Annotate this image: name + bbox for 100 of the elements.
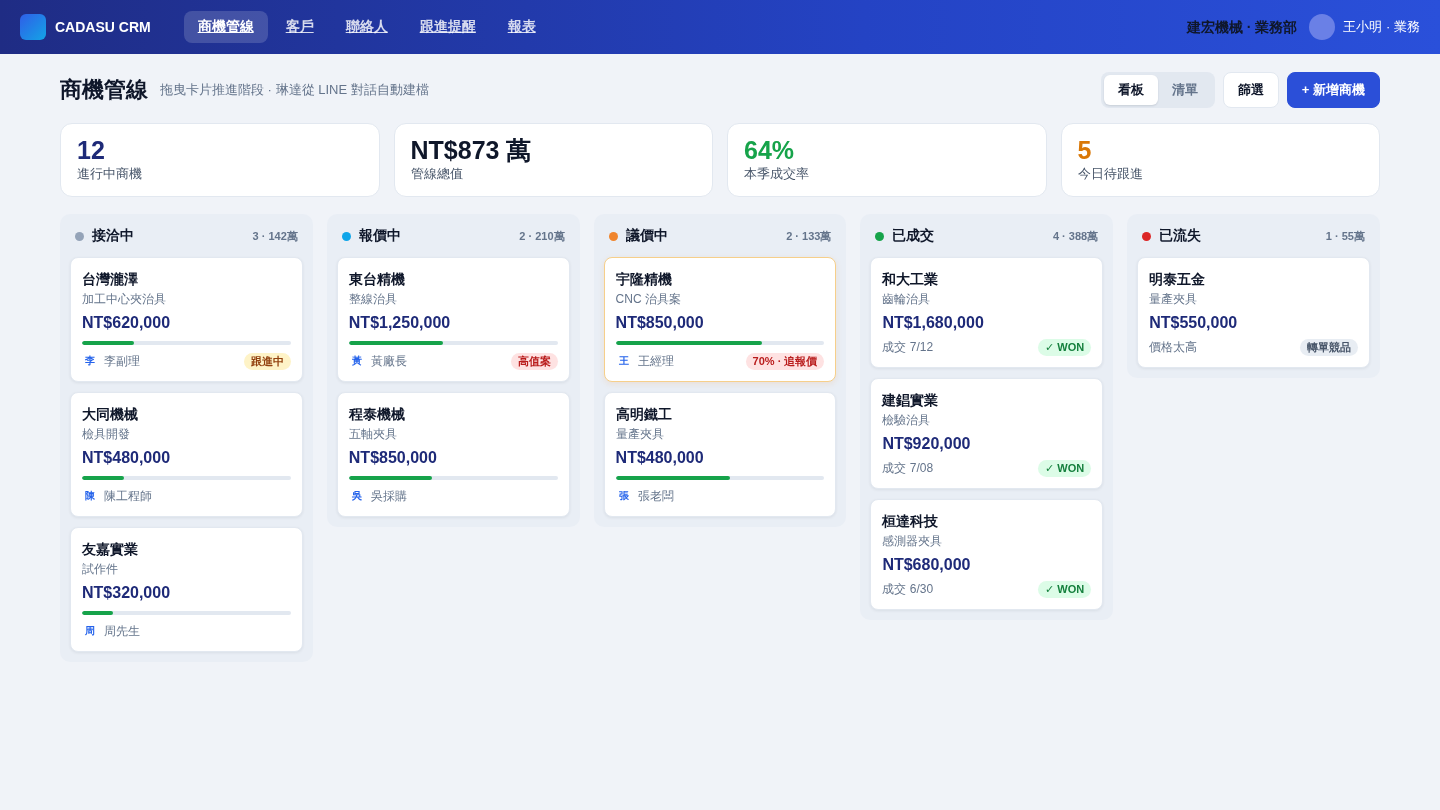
column-title: 報價中 — [358, 227, 401, 245]
column-summary: 1 · 55萬 — [1325, 228, 1365, 244]
page-title: 商機管線 — [60, 76, 148, 104]
company-name: 宇隆精機 — [615, 270, 673, 288]
deal-card[interactable]: 程泰機械 五軸夾具 NT$850,000 吳 吳採購 — [336, 392, 570, 517]
product-name: 檢具開發 — [82, 426, 131, 442]
company-name: 台灣瀧澤 — [82, 270, 139, 288]
nav-tab[interactable]: 報表 — [493, 11, 550, 43]
product-name: CNC 治具案 — [615, 291, 682, 307]
view-tab[interactable]: 清單 — [1157, 75, 1212, 105]
nav-tab[interactable]: 商機管線 — [183, 11, 268, 43]
contact-name: 李副理 — [104, 352, 140, 370]
contact-name: 張老闆 — [637, 487, 674, 505]
company-name: 高明鐵工 — [615, 405, 673, 423]
company-name: 和大工業 — [882, 270, 940, 288]
page-subtitle: 拖曳卡片推進階段 · 琳達從 LINE 對話自動建檔 — [160, 81, 429, 99]
product-name: 感測器夾具 — [882, 533, 944, 549]
logo-icon — [20, 14, 46, 40]
product-name: 整線治具 — [348, 291, 398, 307]
contact-initial: 周 — [84, 624, 96, 638]
stat-label: 管線總值 — [410, 166, 464, 182]
deal-note: 成交 7/12 — [882, 338, 934, 356]
new-deal-button[interactable]: + 新增商機 — [1286, 72, 1380, 108]
deal-amount: NT$850,000 — [615, 313, 705, 333]
deal-card[interactable]: 台灣瀧澤 加工中心夾治具 NT$620,000 李 李副理 跟進中 — [70, 257, 303, 382]
nav-tab[interactable]: 跟進提醒 — [405, 11, 490, 43]
company-name: 桓達科技 — [882, 512, 940, 530]
deal-card[interactable]: 宇隆精機 CNC 治具案 NT$850,000 王 王經理 70% · 追報價 — [603, 257, 837, 382]
stat-label: 進行中商機 — [77, 166, 143, 182]
company-name: 東台精機 — [348, 270, 406, 288]
status-tag: 高值案 — [510, 352, 558, 370]
deal-note: 價格太高 — [1149, 338, 1198, 356]
contact-initial: 吳 — [350, 489, 363, 503]
deal-card[interactable]: 東台精機 整線治具 NT$1,250,000 黃 黃廠長 高值案 — [336, 257, 570, 382]
column-title: 議價中 — [625, 227, 668, 245]
stat-value: 64% — [744, 135, 796, 165]
product-name: 量產夾具 — [615, 426, 665, 442]
product-name: 五軸夾具 — [348, 426, 398, 442]
contact-name: 周先生 — [104, 622, 140, 640]
deal-amount: NT$550,000 — [1149, 313, 1239, 333]
deal-amount: NT$620,000 — [82, 313, 172, 333]
deal-note: 成交 7/08 — [882, 459, 934, 477]
company-name: 明泰五金 — [1149, 270, 1207, 288]
filter-button[interactable]: 篩選 — [1222, 72, 1279, 108]
product-name: 試作件 — [82, 561, 119, 577]
product-name: 齒輪治具 — [882, 291, 932, 307]
contact-initial: 王 — [617, 354, 630, 368]
product-name: 檢驗治具 — [882, 412, 932, 428]
view-tab[interactable]: 看板 — [1103, 75, 1158, 105]
deal-card[interactable]: 大同機械 檢具開發 NT$480,000 陳 陳工程師 — [70, 392, 303, 517]
stat-label: 今日待跟進 — [1077, 166, 1144, 182]
deal-card[interactable]: 建錩實業 檢驗治具 NT$920,000 成交 7/08 ✓ WON — [870, 378, 1104, 489]
deal-card[interactable]: 友嘉實業 試作件 NT$320,000 周 周先生 — [70, 527, 303, 652]
column-summary: 2 · 210萬 — [519, 228, 565, 244]
contact-name: 吳採購 — [370, 487, 407, 505]
contact-initial: 李 — [84, 354, 96, 368]
deal-card[interactable]: 高明鐵工 量產夾具 NT$480,000 張 張老闆 — [603, 392, 837, 517]
deal-amount: NT$1,250,000 — [348, 313, 452, 333]
status-tag: 轉單競品 — [1300, 338, 1358, 356]
company-name: 友嘉實業 — [82, 540, 139, 558]
stat-value: 12 — [77, 135, 106, 165]
company-name: 建錩實業 — [882, 391, 940, 409]
status-tag: 70% · 追報價 — [745, 352, 825, 370]
company-name: 大同機械 — [82, 405, 139, 423]
deal-amount: NT$920,000 — [882, 434, 972, 454]
company-label: 建宏機械 · 業務部 — [1187, 18, 1298, 36]
contact-name: 王經理 — [637, 352, 674, 370]
nav-tab[interactable]: 客戶 — [271, 11, 328, 43]
company-name: 程泰機械 — [348, 405, 406, 423]
stat-value: NT$873 萬 — [410, 135, 533, 165]
deal-card[interactable]: 桓達科技 感測器夾具 NT$680,000 成交 6/30 ✓ WON — [870, 499, 1104, 610]
column-summary: 3 · 142萬 — [252, 228, 298, 244]
column-summary: 4 · 388萬 — [1052, 228, 1099, 244]
status-tag: ✓ WON — [1038, 580, 1092, 598]
status-tag: ✓ WON — [1038, 459, 1092, 477]
deal-amount: NT$680,000 — [882, 555, 972, 575]
brand-name: CADASU CRM — [55, 19, 151, 35]
stat-label: 本季成交率 — [744, 166, 810, 182]
deal-note: 成交 6/30 — [882, 580, 934, 598]
deal-amount: NT$480,000 — [82, 448, 172, 468]
contact-name: 黃廠長 — [370, 352, 407, 370]
column-summary: 2 · 133萬 — [786, 228, 832, 244]
status-tag: 跟進中 — [243, 352, 291, 370]
deal-amount: NT$320,000 — [82, 583, 172, 603]
product-name: 量產夾具 — [1149, 291, 1199, 307]
deal-amount: NT$850,000 — [348, 448, 438, 468]
deal-card[interactable]: 和大工業 齒輪治具 NT$1,680,000 成交 7/12 ✓ WON — [870, 257, 1104, 368]
contact-name: 陳工程師 — [104, 487, 152, 505]
deal-amount: NT$480,000 — [615, 448, 705, 468]
contact-initial: 張 — [617, 489, 630, 503]
user-name[interactable]: 王小明 · 業務 — [1343, 18, 1420, 36]
column-title: 已流失 — [1159, 227, 1202, 245]
column-title: 接洽中 — [92, 227, 134, 245]
nav-tab[interactable]: 聯絡人 — [331, 11, 402, 43]
product-name: 加工中心夾治具 — [82, 291, 167, 307]
avatar-icon[interactable] — [1309, 14, 1336, 40]
contact-initial: 陳 — [84, 489, 96, 503]
status-tag: ✓ WON — [1038, 338, 1092, 356]
deal-amount: NT$1,680,000 — [882, 313, 985, 333]
deal-card[interactable]: 明泰五金 量產夾具 NT$550,000 價格太高 轉單競品 — [1137, 257, 1370, 368]
